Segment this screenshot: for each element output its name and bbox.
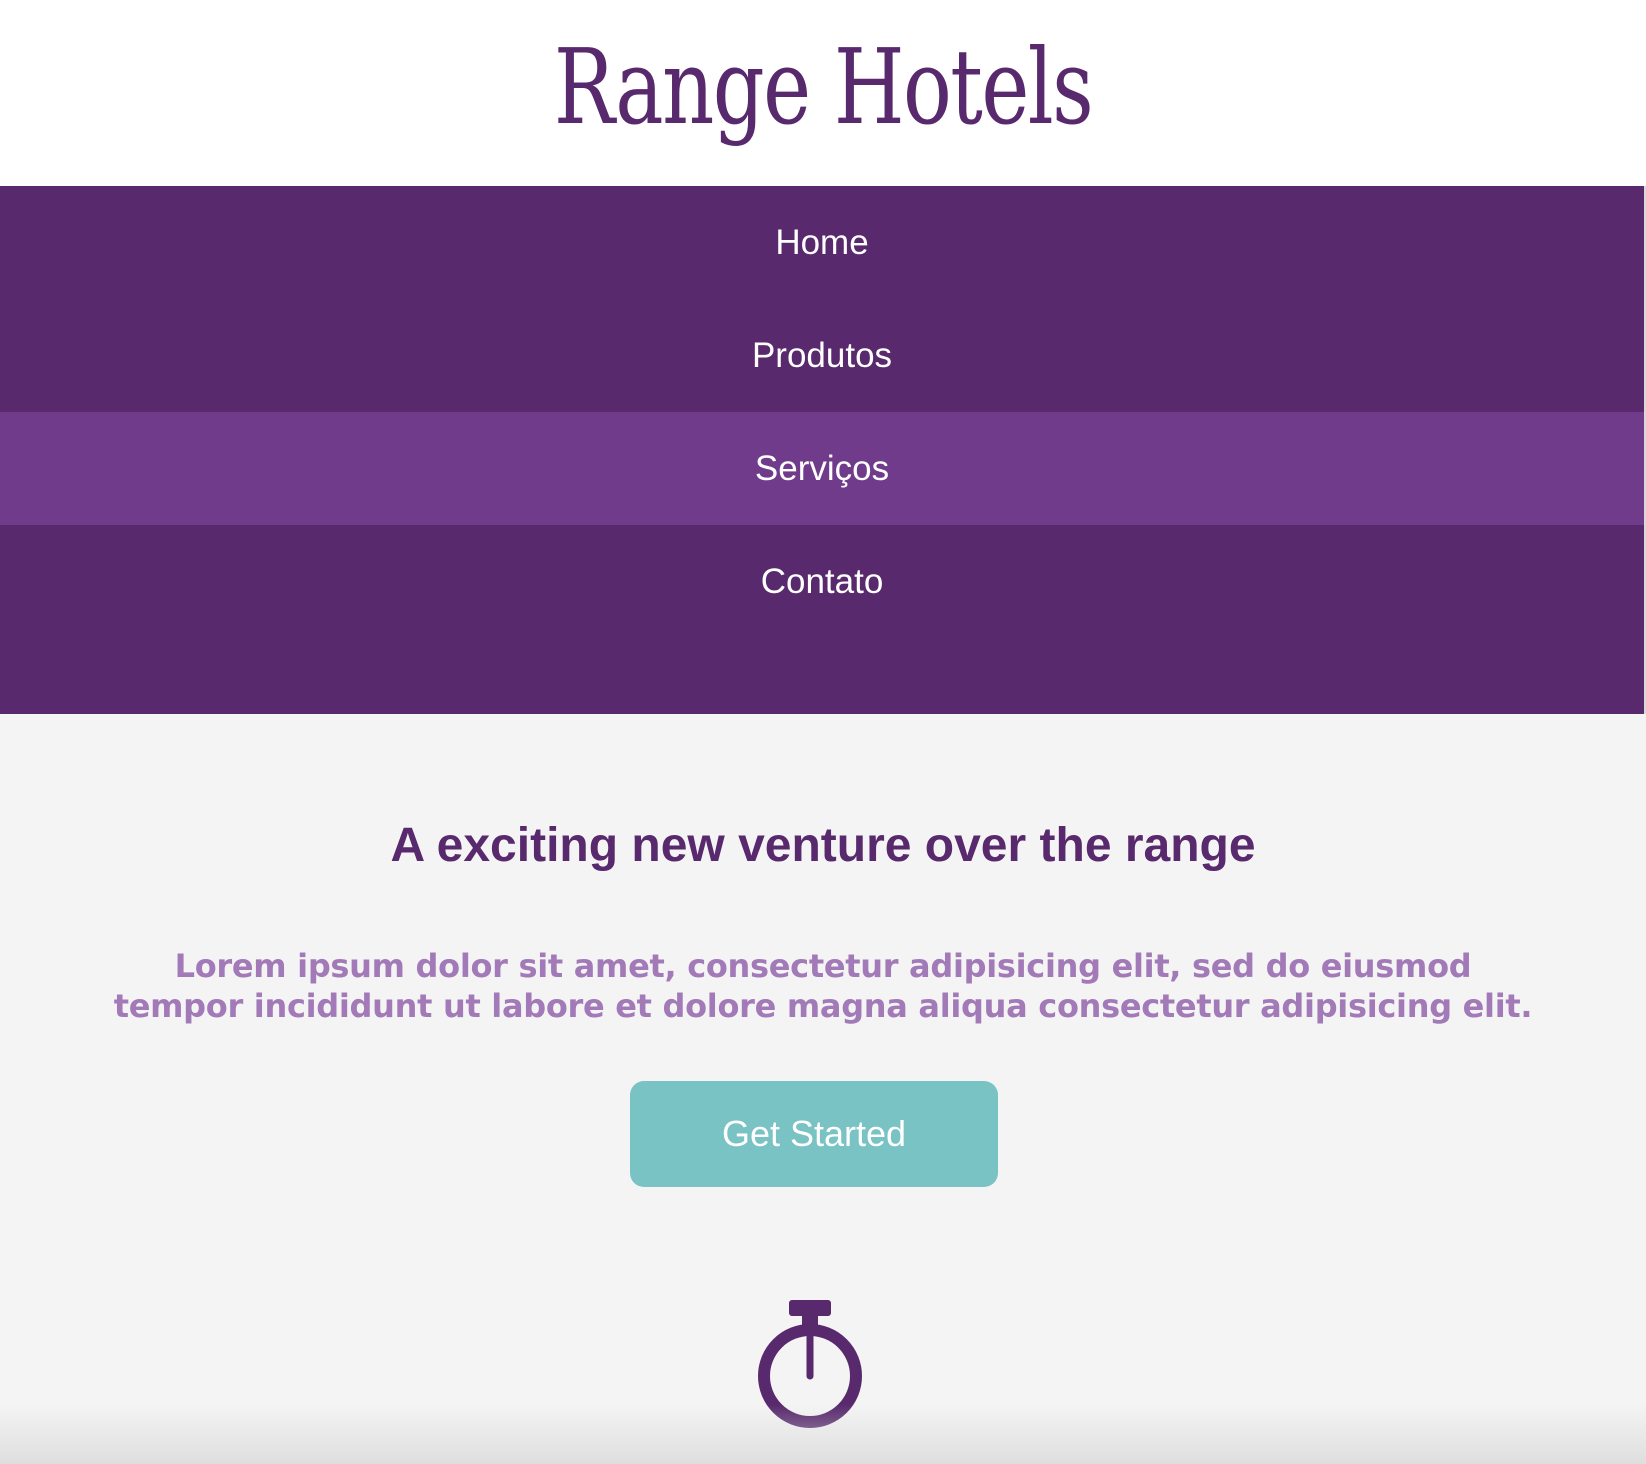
nav-item-produtos[interactable]: Produtos [0, 299, 1644, 412]
nav-item-home[interactable]: Home [0, 186, 1644, 299]
brand-logo[interactable]: Range Hotels [554, 35, 1094, 139]
hero-description: Lorem ipsum dolor sit amet, consectetur … [113, 947, 1533, 1025]
nav-item-servicos[interactable]: Serviços [0, 412, 1644, 525]
stopwatch-icon [758, 1300, 862, 1428]
get-started-button[interactable]: Get Started [630, 1081, 998, 1187]
nav-item-contato[interactable]: Contato [0, 525, 1644, 638]
hero-title: A exciting new venture over the range [390, 819, 1256, 872]
site-header: Range Hotels [0, 0, 1646, 186]
main-nav: Home Produtos Serviços Contato [0, 186, 1646, 714]
hero-section: A exciting new venture over the range Lo… [0, 714, 1646, 1464]
nav-list: Home Produtos Serviços Contato [0, 186, 1644, 638]
